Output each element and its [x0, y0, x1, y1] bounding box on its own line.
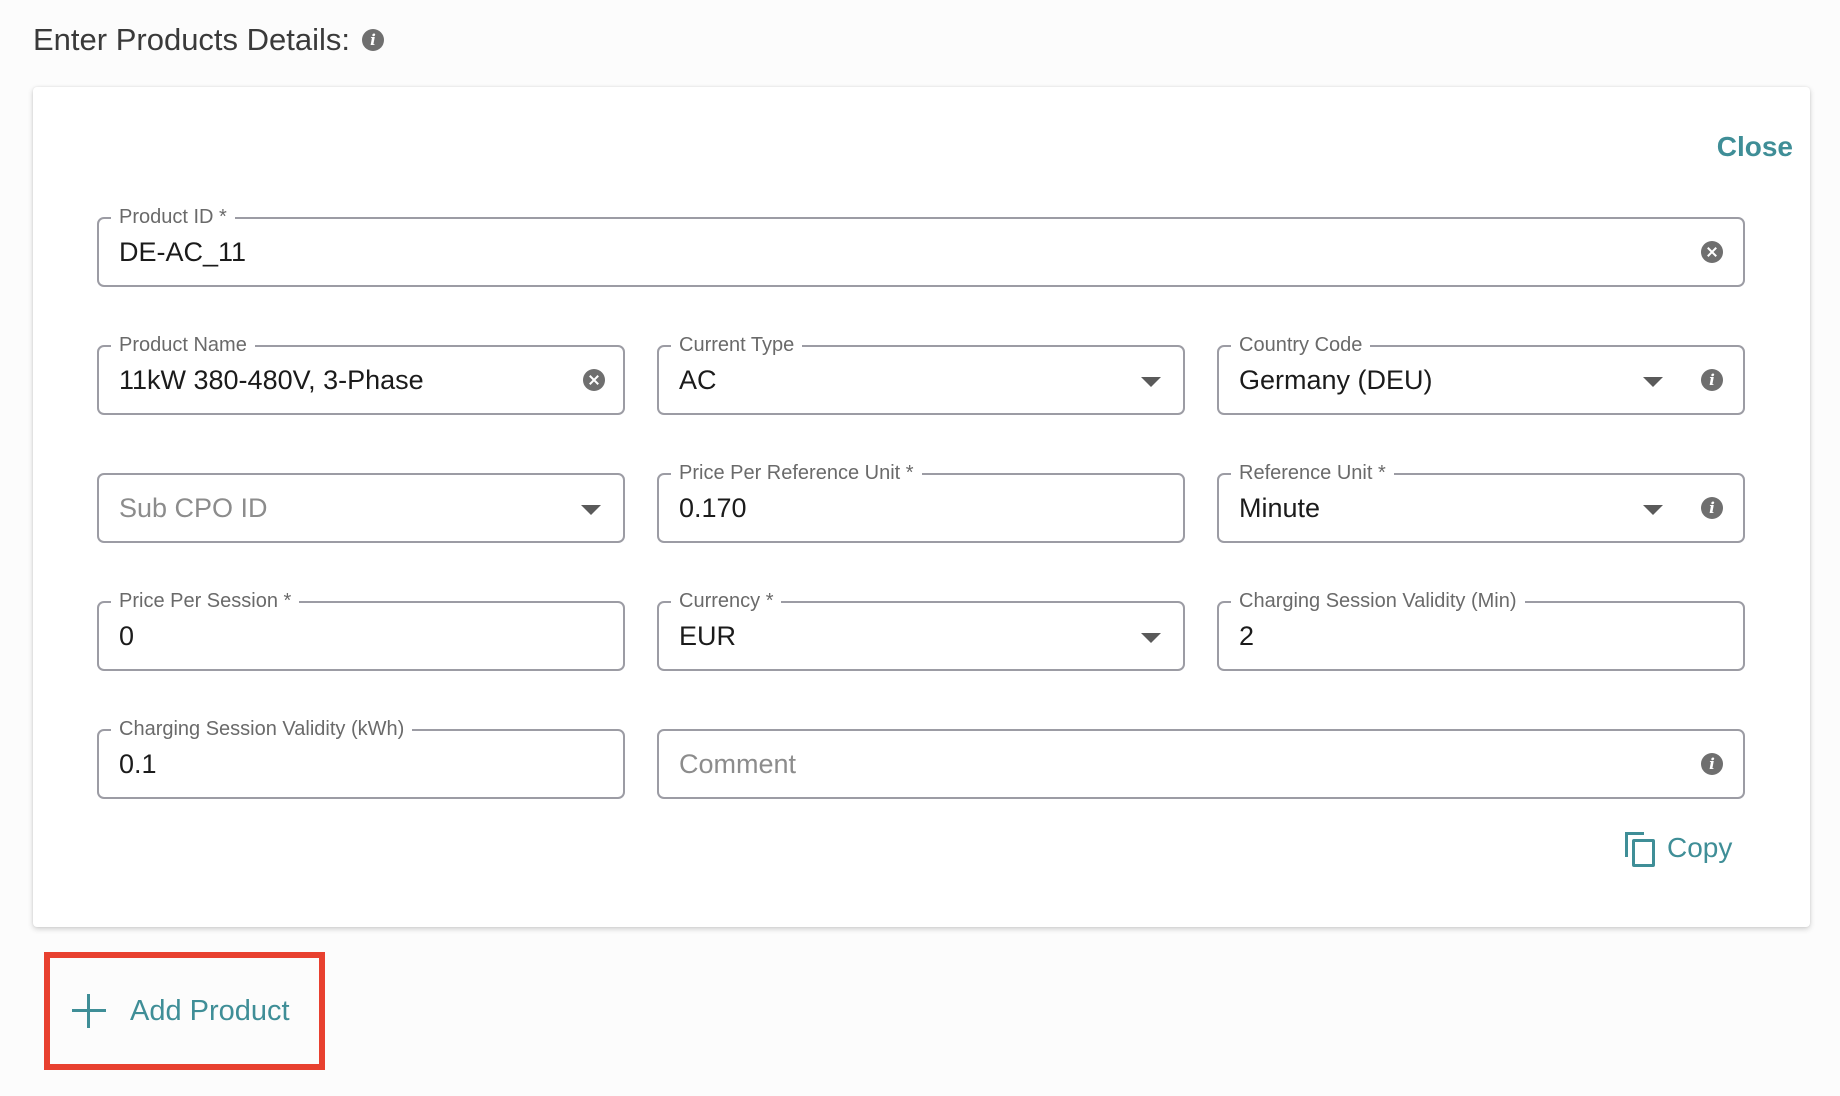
currency-value: EUR: [679, 621, 737, 651]
price-per-session-value: 0: [119, 621, 135, 651]
comment-field[interactable]: Comment i: [657, 729, 1745, 799]
info-icon[interactable]: i: [1701, 497, 1723, 519]
copy-button[interactable]: Copy: [1625, 832, 1733, 867]
current-type-select[interactable]: Current Type AC: [657, 333, 1185, 415]
chevron-down-icon[interactable]: [581, 505, 601, 515]
price-per-reference-unit-field[interactable]: Price Per Reference Unit * 0.170: [657, 461, 1185, 543]
validity-min-field[interactable]: Charging Session Validity (Min) 2: [1217, 589, 1745, 671]
currency-select[interactable]: Currency * EUR: [657, 589, 1185, 671]
product-id-field[interactable]: Product ID * DE-AC_11: [97, 205, 1745, 287]
close-button[interactable]: Close: [1693, 131, 1793, 163]
product-card: Close Product ID * DE-AC_11 Product Name…: [33, 87, 1810, 927]
clear-icon[interactable]: [1701, 241, 1723, 263]
reference-unit-value: Minute: [1239, 493, 1321, 523]
section-title-text: Enter Products Details:: [33, 22, 351, 57]
price-per-reference-unit-value: 0.170: [679, 493, 747, 523]
sub-cpo-id-select[interactable]: Sub CPO ID: [97, 473, 625, 543]
product-id-value: DE-AC_11: [119, 237, 247, 267]
comment-placeholder: Comment: [679, 749, 797, 779]
product-name-value: 11kW 380-480V, 3-Phase: [119, 365, 424, 395]
chevron-down-icon[interactable]: [1643, 377, 1663, 387]
add-product-label: Add Product: [130, 994, 290, 1027]
clear-icon[interactable]: [583, 369, 605, 391]
reference-unit-select[interactable]: Reference Unit * Minute i: [1217, 461, 1745, 543]
validity-min-value: 2: [1239, 621, 1255, 651]
section-title: Enter Products Details: i: [33, 22, 385, 58]
info-icon[interactable]: i: [362, 29, 385, 51]
copy-label: Copy: [1667, 832, 1733, 863]
price-per-session-label: Price Per Session *: [111, 589, 300, 613]
add-product-button[interactable]: Add Product: [44, 952, 325, 1070]
sub-cpo-id-placeholder: Sub CPO ID: [119, 493, 268, 523]
info-icon[interactable]: i: [1701, 369, 1723, 391]
validity-kwh-field[interactable]: Charging Session Validity (kWh) 0.1: [97, 717, 625, 799]
chevron-down-icon[interactable]: [1643, 505, 1663, 515]
copy-icon: [1625, 832, 1655, 867]
info-icon[interactable]: i: [1701, 753, 1723, 775]
validity-min-label: Charging Session Validity (Min): [1231, 589, 1525, 613]
country-code-value: Germany (DEU): [1239, 365, 1433, 395]
plus-icon: [72, 994, 106, 1028]
validity-kwh-value: 0.1: [119, 749, 157, 779]
country-code-select[interactable]: Country Code Germany (DEU) i: [1217, 333, 1745, 415]
product-name-field[interactable]: Product Name 11kW 380-480V, 3-Phase: [97, 333, 625, 415]
current-type-value: AC: [679, 365, 717, 395]
chevron-down-icon[interactable]: [1141, 633, 1161, 643]
price-per-session-field[interactable]: Price Per Session * 0: [97, 589, 625, 671]
chevron-down-icon[interactable]: [1141, 377, 1161, 387]
